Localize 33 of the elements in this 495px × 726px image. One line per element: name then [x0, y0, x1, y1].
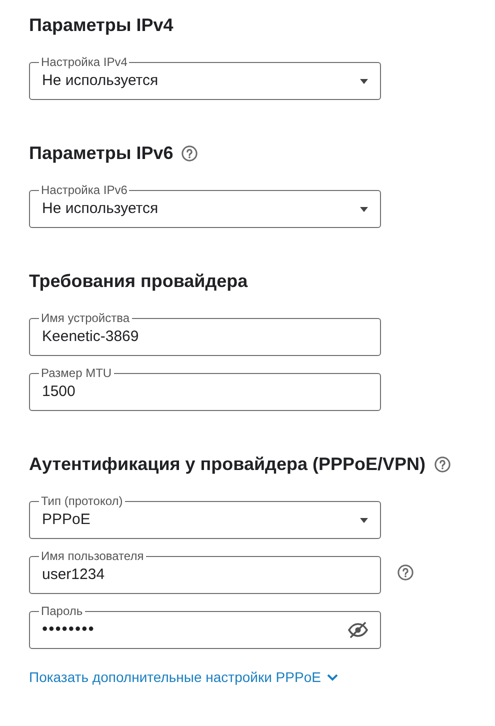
- field-value: Не используется: [42, 198, 158, 219]
- help-icon[interactable]: [181, 144, 198, 162]
- field-value: 1500: [42, 382, 76, 402]
- dropdown[interactable]: Настройка IPv4 Не используется: [29, 56, 381, 100]
- help-icon[interactable]: [397, 564, 414, 580]
- field-value: PPPoE: [42, 510, 90, 530]
- field-label: Размер MTU: [40, 367, 113, 380]
- field-value: ••••••••: [42, 620, 95, 640]
- section-heading: Аутентификация у провайдера (PPPoE/VPN): [29, 452, 426, 476]
- field-label: Имя пользователя: [40, 550, 145, 563]
- eye-slash-icon[interactable]: [348, 622, 368, 638]
- field-value: user1234: [42, 564, 105, 585]
- field-label: Пароль: [40, 605, 84, 618]
- password-field[interactable]: Пароль ••••••••: [29, 605, 381, 649]
- input-field[interactable]: Размер MTU 1500: [29, 367, 381, 411]
- section-heading: Требования провайдера: [29, 270, 248, 293]
- field-value: Не используется: [42, 70, 158, 91]
- field-label: Имя устройства: [40, 312, 131, 325]
- more-settings-link[interactable]: Показать дополнительные настройки PPPoE: [29, 667, 338, 688]
- field-label: Настройка IPv6: [40, 184, 128, 197]
- field-label: Тип (протокол): [40, 495, 124, 508]
- input-field[interactable]: Имя устройства Keenetic-3869: [29, 312, 381, 356]
- dropdown[interactable]: Настройка IPv6 Не используется: [29, 184, 381, 228]
- caret-icon: [360, 206, 368, 212]
- caret-icon: [360, 518, 368, 522]
- help-icon[interactable]: [434, 456, 451, 472]
- dropdown[interactable]: Тип (протокол) PPPoE: [29, 495, 381, 539]
- input-field[interactable]: Имя пользователя user1234: [29, 550, 381, 594]
- field-value: Keenetic-3869: [42, 326, 139, 347]
- field-label: Настройка IPv4: [40, 56, 128, 69]
- section-heading: Параметры IPv6: [29, 142, 174, 165]
- caret-icon: [360, 78, 368, 84]
- section-heading: Параметры IPv4: [29, 14, 174, 37]
